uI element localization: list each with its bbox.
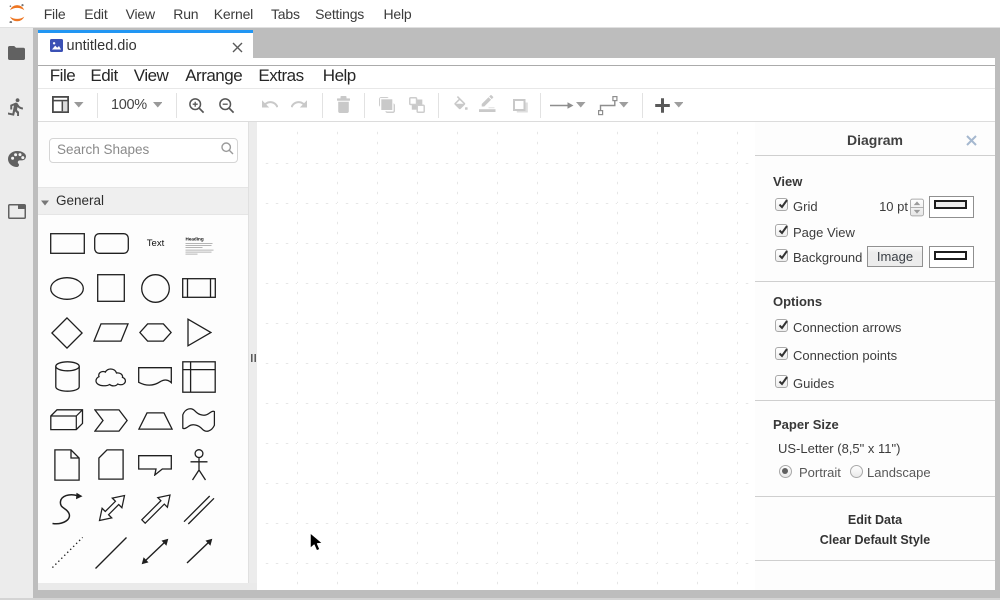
svg-text:Heading: Heading <box>185 237 203 242</box>
svg-text:Text: Text <box>146 237 164 248</box>
